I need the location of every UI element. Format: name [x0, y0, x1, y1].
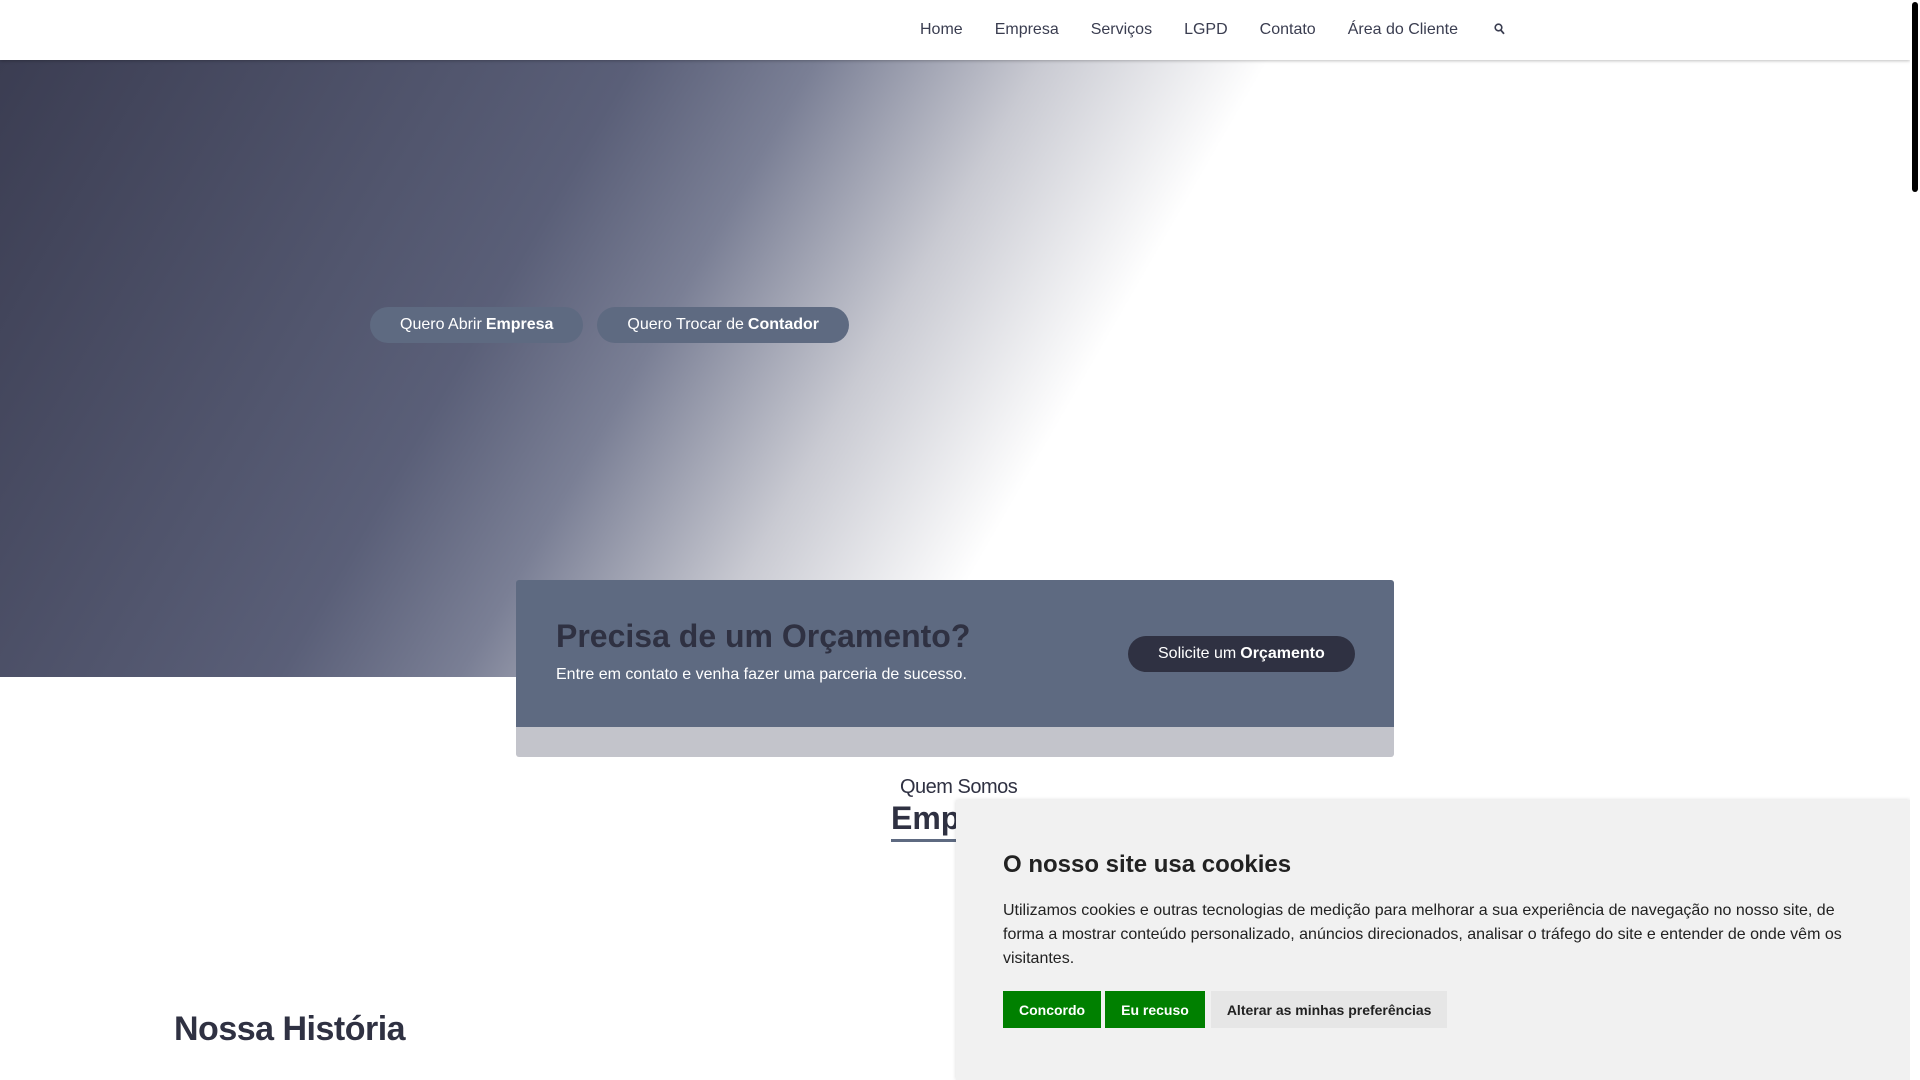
nav-item-home[interactable]: Home [920, 21, 963, 39]
site-header: Home Empresa Serviços LGPD Contato Área … [0, 0, 1910, 60]
request-quote-button[interactable]: Solicite um Orçamento [1128, 636, 1355, 672]
request-quote-button-strong: Orçamento [1240, 645, 1325, 662]
history-title: Nossa História [174, 1010, 406, 1048]
nav-item-area-do-cliente[interactable]: Área do Cliente [1348, 21, 1458, 39]
quote-box: Precisa de um Orçamento? Entre em contat… [516, 580, 1394, 727]
cookie-preferences-button[interactable]: Alterar as minhas preferências [1210, 991, 1448, 1028]
nav-item-lgpd[interactable]: LGPD [1184, 21, 1228, 39]
nav-item-contato[interactable]: Contato [1260, 21, 1316, 39]
main-nav: Home Empresa Serviços LGPD Contato Área … [920, 0, 1505, 60]
open-company-button-strong: Empresa [485, 316, 554, 333]
cookie-accept-button[interactable]: Concordo [1003, 991, 1102, 1028]
about-title: Emp [891, 800, 961, 842]
quote-box-footer [516, 727, 1394, 757]
cookie-decline-button[interactable]: Eu recuso [1105, 991, 1205, 1028]
page-scrollbar[interactable] [1910, 0, 1920, 1080]
request-quote-button-prefix: Solicite um [1158, 645, 1237, 662]
cookie-text: Utilizamos cookies e outras tecnologias … [1003, 902, 1842, 967]
nav-item-empresa[interactable]: Empresa [995, 21, 1059, 39]
cookie-title: O nosso site usa cookies [1003, 851, 1292, 878]
change-accountant-button-prefix: Quero Trocar de [627, 316, 744, 333]
cookie-banner: O nosso site usa cookies Utilizamos cook… [956, 800, 1910, 1080]
nav-item-servicos[interactable]: Serviços [1091, 21, 1152, 39]
quote-title: Precisa de um Orçamento? [556, 618, 971, 654]
open-company-button[interactable]: Quero Abrir Empresa [370, 307, 584, 343]
search-icon[interactable] [1494, 22, 1505, 39]
change-accountant-button-strong: Contador [747, 316, 820, 333]
cookie-buttons: Concordo Eu recuso Alterar as minhas pre… [1003, 991, 1448, 1028]
about-eyebrow: Quem Somos [900, 776, 1018, 798]
open-company-button-prefix: Quero Abrir [400, 316, 482, 333]
change-accountant-button[interactable]: Quero Trocar de Contador [597, 307, 850, 343]
quote-subtitle: Entre em contato e venha fazer uma parce… [556, 666, 967, 683]
hero-buttons: Quero Abrir Empresa Quero Trocar de Cont… [370, 307, 850, 343]
search-icon-glyph [1494, 22, 1505, 34]
scrollbar-thumb[interactable] [1912, 2, 1918, 192]
